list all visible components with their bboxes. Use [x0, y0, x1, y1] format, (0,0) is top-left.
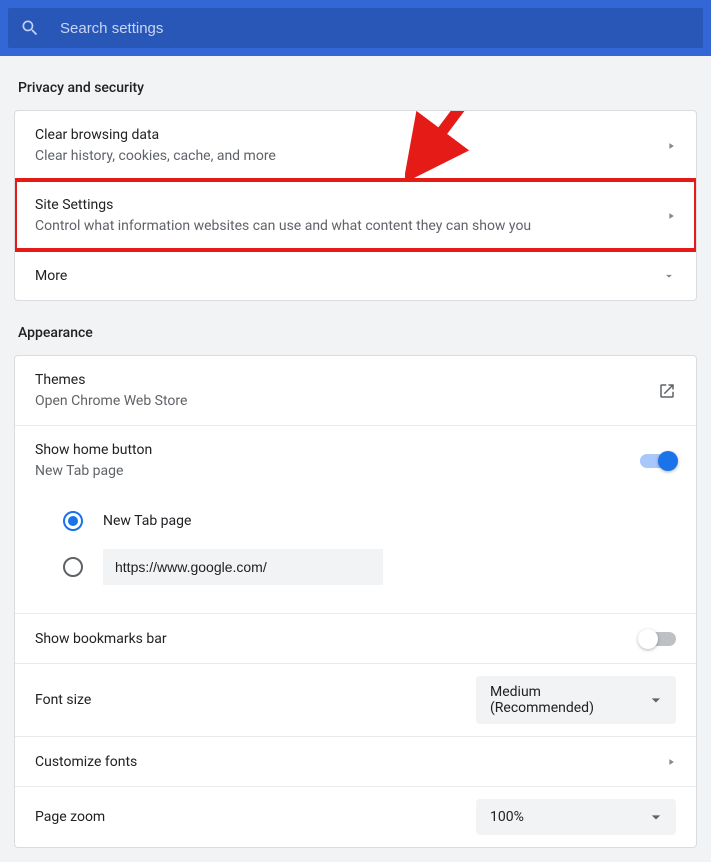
search-input[interactable]	[60, 20, 691, 37]
appearance-section-title: Appearance	[14, 301, 697, 355]
privacy-card: Clear browsing data Clear history, cooki…	[14, 110, 697, 301]
top-bar	[0, 0, 711, 56]
row-title: Site Settings	[35, 195, 666, 215]
chevron-right-icon	[666, 757, 676, 767]
row-subtitle: New Tab page	[35, 461, 640, 481]
home-button-toggle[interactable]	[640, 454, 676, 468]
radio-icon	[63, 511, 83, 531]
row-title: Clear browsing data	[35, 125, 666, 145]
font-size-select[interactable]: Medium (Recommended)	[476, 676, 676, 724]
chevron-right-icon	[666, 141, 676, 151]
row-title: Show bookmarks bar	[35, 629, 640, 649]
page-zoom-row: Page zoom 100%	[15, 786, 696, 847]
more-row[interactable]: More	[15, 250, 696, 300]
row-subtitle: Control what information websites can us…	[35, 216, 666, 236]
site-settings-row[interactable]: Site Settings Control what information w…	[15, 180, 696, 250]
font-size-row: Font size Medium (Recommended)	[15, 663, 696, 736]
external-link-icon	[658, 382, 676, 400]
home-newtab-option[interactable]: New Tab page	[63, 501, 676, 541]
page-zoom-select[interactable]: 100%	[476, 799, 676, 835]
settings-content: Privacy and security Clear browsing data…	[0, 56, 711, 862]
home-custom-url-option[interactable]	[63, 541, 676, 593]
row-title: Customize fonts	[35, 752, 666, 772]
themes-row[interactable]: Themes Open Chrome Web Store	[15, 356, 696, 425]
row-title: Font size	[35, 690, 476, 710]
privacy-section-title: Privacy and security	[14, 56, 697, 110]
radio-icon	[63, 557, 83, 577]
search-bar[interactable]	[8, 8, 703, 48]
show-home-button-row: Show home button New Tab page	[15, 426, 696, 495]
dropdown-icon	[646, 690, 666, 710]
row-title: Show home button	[35, 440, 640, 460]
row-title: More	[35, 266, 662, 286]
chevron-down-icon	[662, 269, 676, 283]
home-url-input[interactable]	[103, 549, 383, 585]
select-value: 100%	[490, 809, 524, 825]
dropdown-icon	[646, 807, 666, 827]
show-home-button-block: Show home button New Tab page New Tab pa…	[15, 425, 696, 613]
home-page-radio-group: New Tab page	[15, 495, 696, 613]
row-title: Themes	[35, 370, 658, 390]
row-subtitle: Clear history, cookies, cache, and more	[35, 146, 666, 166]
customize-fonts-row[interactable]: Customize fonts	[15, 736, 696, 786]
search-icon	[20, 18, 40, 38]
bookmarks-bar-toggle[interactable]	[640, 632, 676, 646]
select-value: Medium (Recommended)	[490, 684, 646, 716]
clear-browsing-data-row[interactable]: Clear browsing data Clear history, cooki…	[15, 111, 696, 180]
show-bookmarks-bar-row: Show bookmarks bar	[15, 613, 696, 663]
appearance-card: Themes Open Chrome Web Store Show home b…	[14, 355, 697, 848]
row-title: Page zoom	[35, 807, 476, 827]
radio-label: New Tab page	[103, 513, 191, 529]
chevron-right-icon	[666, 211, 676, 221]
row-subtitle: Open Chrome Web Store	[35, 391, 658, 411]
